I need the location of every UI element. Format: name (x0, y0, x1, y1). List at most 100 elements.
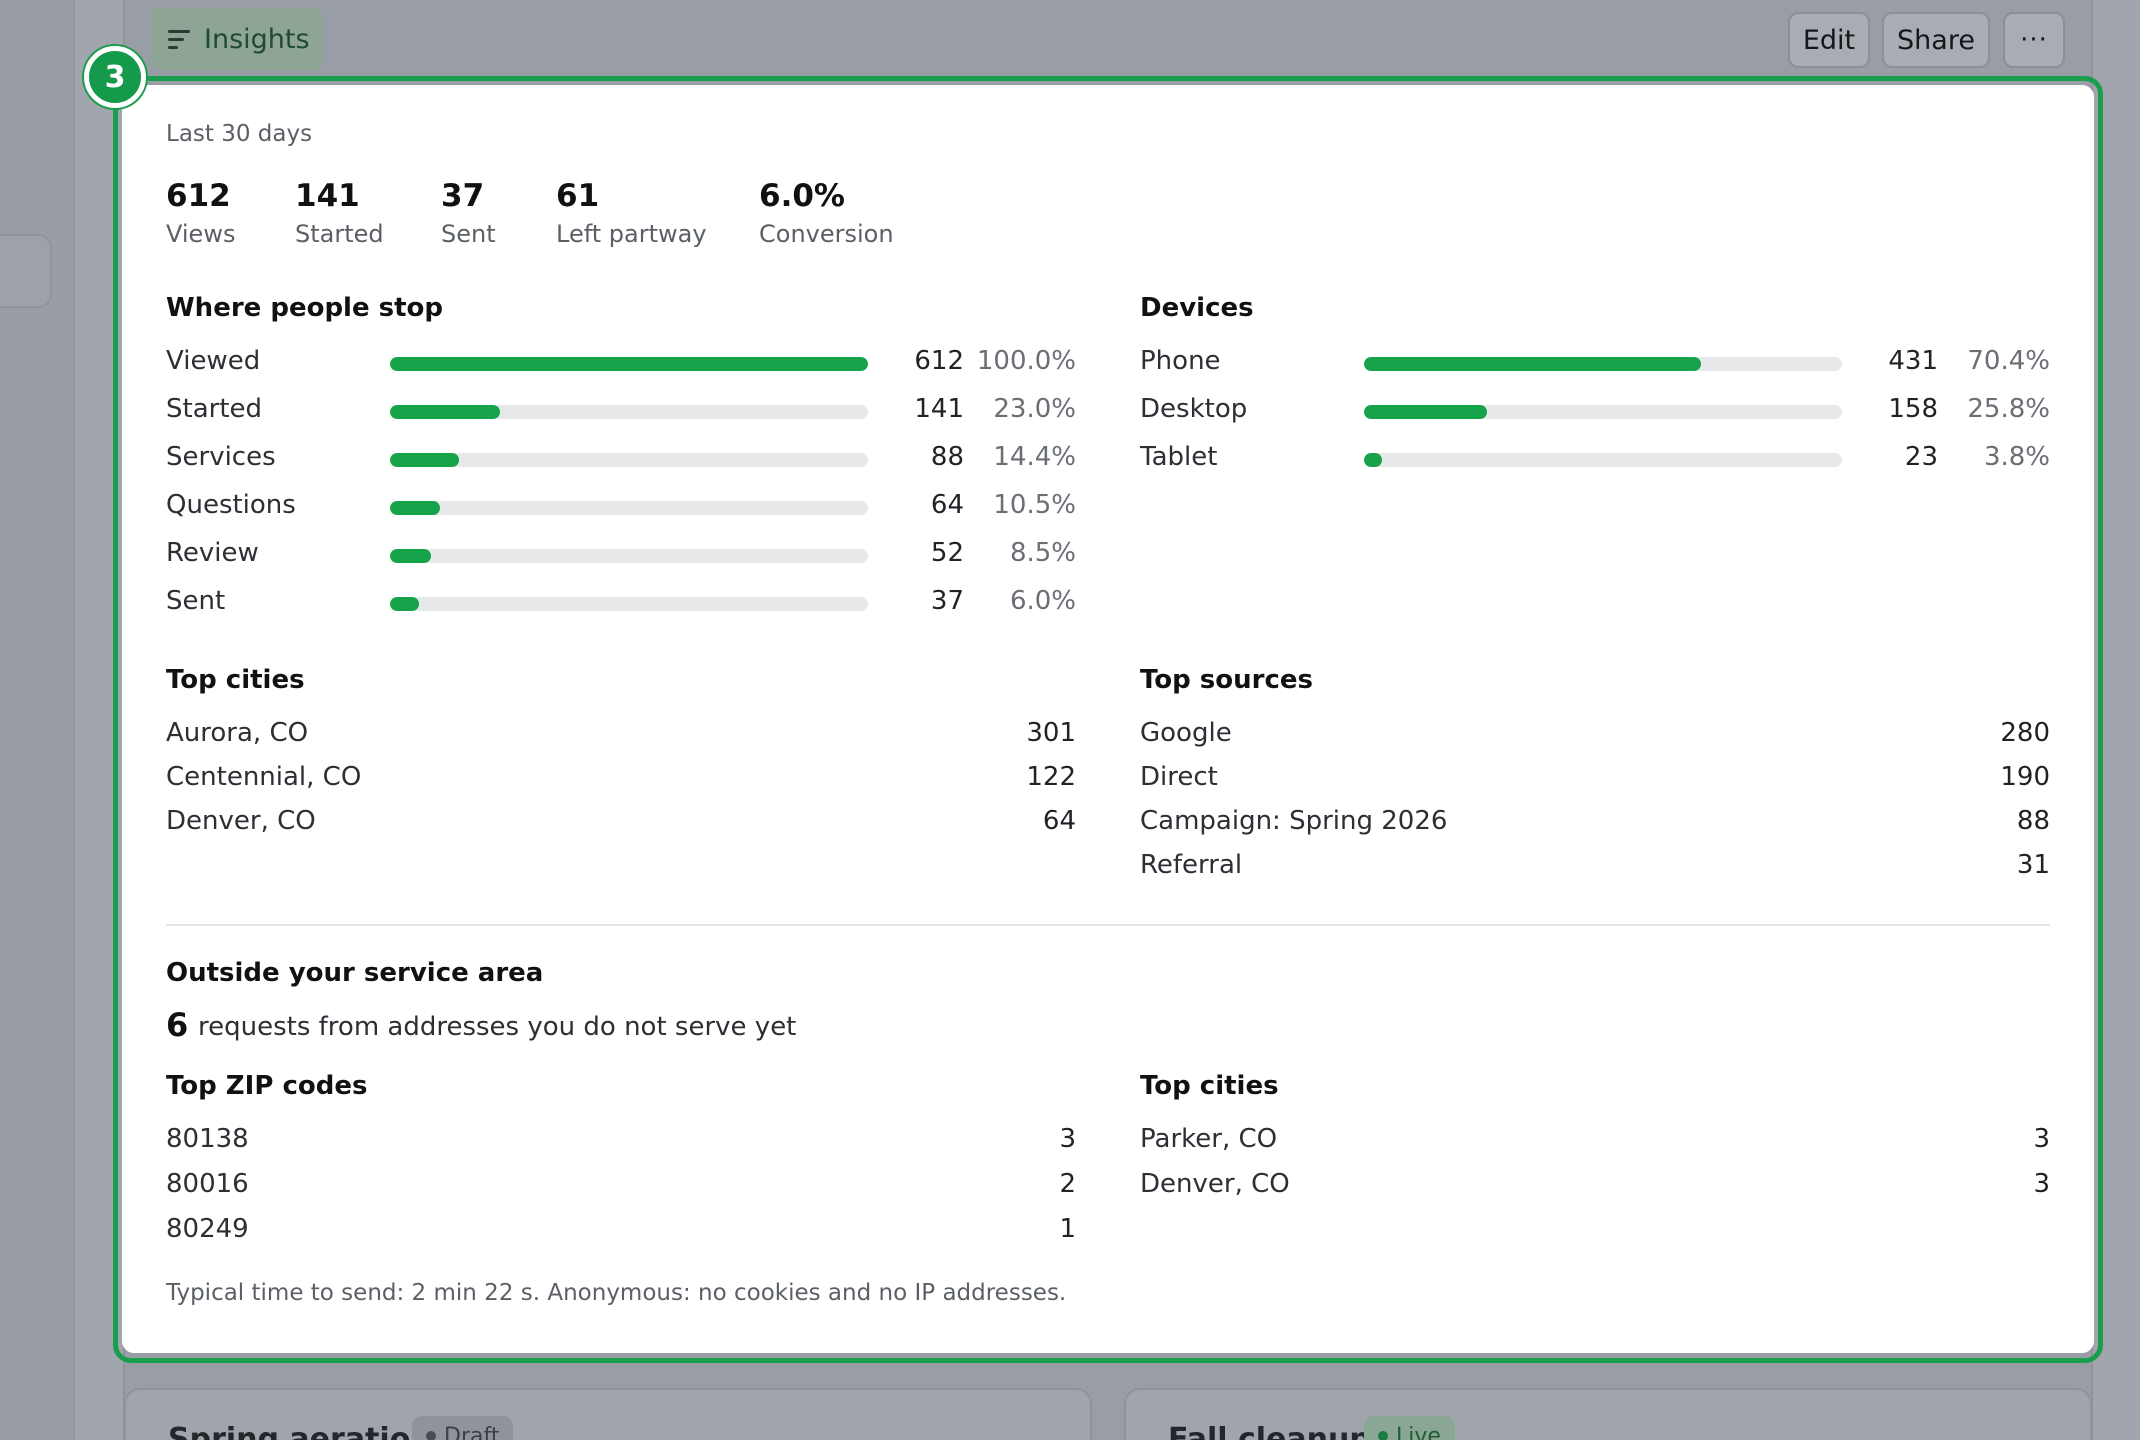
row-count: 64 (930, 490, 964, 520)
filter-lines-icon (168, 29, 190, 49)
progress-bar (390, 597, 868, 611)
progress-bar (390, 405, 868, 419)
kpi-views-value: 612 (166, 178, 231, 214)
progress-bar (390, 501, 868, 515)
list-item-count: 64 (1042, 806, 1076, 836)
row-label: Phone (1140, 346, 1221, 376)
outside-area-title: Outside your service area (166, 958, 544, 988)
list-item-label: 80249 (166, 1214, 249, 1244)
outside-cities-title: Top cities (1140, 1071, 1279, 1101)
top-sources-title: Top sources (1140, 665, 1313, 695)
share-button[interactable]: Share (1882, 12, 1990, 68)
insights-card (122, 85, 2094, 1353)
list-item-label: Denver, CO (1140, 1169, 1290, 1199)
row-percent: 8.5% (1009, 538, 1076, 568)
section-divider (166, 924, 2050, 926)
kpi-views-label: Views (166, 220, 236, 248)
row-count: 158 (1888, 394, 1938, 424)
list-item-count: 31 (2016, 850, 2050, 880)
progress-bar-fill (1364, 405, 1488, 419)
list-item-count: 190 (2000, 762, 2050, 792)
row-label: Sent (166, 586, 226, 616)
row-label: Questions (166, 490, 296, 520)
service-card-title: Fall cleanup (1168, 1422, 1371, 1440)
tab-insights[interactable]: Insights (150, 8, 323, 70)
funnel-title: Where people stop (166, 293, 444, 323)
list-item-label: Direct (1140, 762, 1218, 792)
status-badge-label: Draft (444, 1423, 500, 1440)
top-cities-title: Top cities (166, 665, 305, 695)
list-item-count: 1 (1059, 1214, 1076, 1244)
status-badge: Live (1364, 1416, 1455, 1440)
service-card-fall[interactable]: Fall cleanup Live (1124, 1388, 2092, 1440)
service-card-spring[interactable]: Spring aeration Draft (124, 1388, 1092, 1440)
list-item-label: Denver, CO (166, 806, 316, 836)
list-item-label: Parker, CO (1140, 1124, 1278, 1154)
row-label: Review (166, 538, 259, 568)
progress-bar-fill (390, 597, 419, 611)
list-item-count: 2 (1059, 1169, 1076, 1199)
kpi-conversion-value: 6.0% (759, 178, 845, 214)
page-left-strip (0, 0, 75, 1440)
progress-bar (1364, 357, 1842, 371)
step-badge: 3 (84, 46, 146, 108)
kpi-started-value: 141 (295, 178, 360, 214)
row-percent: 6.0% (1009, 586, 1076, 616)
service-card-title: Spring aeration (168, 1422, 432, 1440)
row-label: Services (166, 442, 276, 472)
row-label: Started (166, 394, 263, 424)
kpi-started-label: Started (295, 220, 384, 248)
row-count: 52 (930, 538, 964, 568)
progress-bar (390, 453, 868, 467)
list-item-label: 80138 (166, 1124, 249, 1154)
list-item-label: Aurora, CO (166, 718, 309, 748)
more-options-button[interactable]: ··· (2003, 12, 2065, 68)
status-dot-icon (426, 1431, 436, 1440)
progress-bar-fill (390, 405, 500, 419)
list-item-label: Google (1140, 718, 1232, 748)
row-label: Desktop (1140, 394, 1248, 424)
list-item-label: Referral (1140, 850, 1243, 880)
more-icon: ··· (2020, 25, 2048, 55)
list-item-count: 301 (1026, 718, 1076, 748)
devices-title: Devices (1140, 293, 1254, 323)
progress-bar-fill (1364, 357, 1701, 371)
row-percent: 10.5% (993, 490, 1076, 520)
list-item-count: 3 (2033, 1169, 2050, 1199)
top-zip-title: Top ZIP codes (166, 1071, 368, 1101)
progress-bar (390, 549, 868, 563)
list-item-count: 3 (2033, 1124, 2050, 1154)
edit-button[interactable]: Edit (1788, 12, 1870, 68)
outside-description: requests from addresses you do not serve… (198, 1012, 797, 1042)
progress-bar (390, 357, 868, 371)
progress-bar-fill (390, 549, 431, 563)
row-count: 88 (930, 442, 964, 472)
row-percent: 23.0% (993, 394, 1076, 424)
row-percent: 100.0% (976, 346, 1076, 376)
tab-insights-label: Insights (204, 23, 310, 55)
progress-bar-fill (390, 501, 441, 515)
kpi-left-partway-label: Left partway (556, 220, 707, 248)
period-label: Last 30 days (166, 121, 313, 147)
list-item-count: 3 (1059, 1124, 1076, 1154)
row-count: 141 (914, 394, 964, 424)
progress-bar-fill (390, 357, 868, 371)
sidebar-collapse-handle[interactable] (0, 234, 52, 308)
row-label: Viewed (166, 346, 261, 376)
status-badge: Draft (412, 1416, 514, 1440)
kpi-left-partway-value: 61 (556, 178, 600, 214)
row-count: 431 (1888, 346, 1938, 376)
row-count: 23 (1904, 442, 1938, 472)
outside-count: 6 (166, 1006, 189, 1044)
progress-bar-fill (1364, 453, 1383, 467)
list-item-label: Campaign: Spring 2026 (1140, 806, 1448, 836)
list-item-count: 88 (2016, 806, 2050, 836)
row-count: 612 (914, 346, 964, 376)
row-label: Tablet (1140, 442, 1218, 472)
row-percent: 14.4% (993, 442, 1076, 472)
list-item-label: Centennial, CO (166, 762, 362, 792)
progress-bar (1364, 405, 1842, 419)
kpi-sent-label: Sent (441, 220, 496, 248)
row-percent: 25.8% (1967, 394, 2050, 424)
row-percent: 70.4% (1967, 346, 2050, 376)
